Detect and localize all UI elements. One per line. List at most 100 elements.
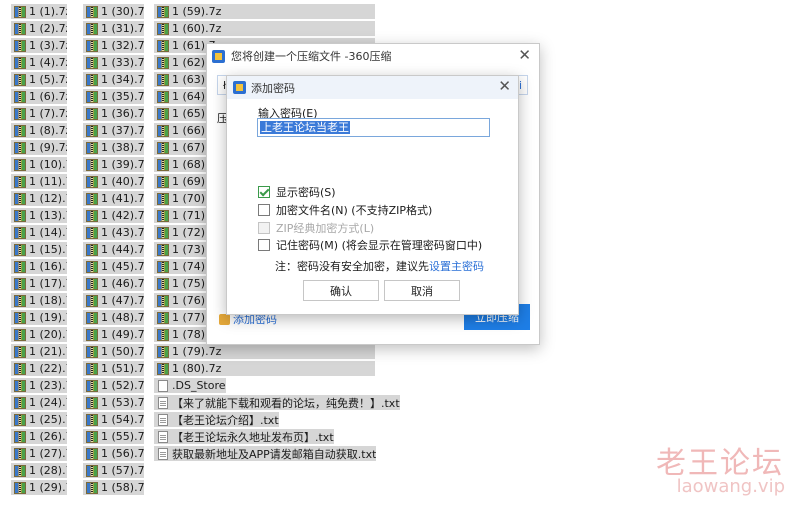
file-item[interactable]: 1 (11).7z — [11, 174, 67, 189]
file-name: 1 (52).7z — [101, 379, 144, 392]
file-item[interactable]: 1 (18).7z — [11, 293, 67, 308]
file-item[interactable]: 1 (26).7z — [11, 429, 67, 444]
file-item[interactable]: 1 (60).7z — [154, 21, 375, 36]
7z-archive-icon — [157, 124, 169, 137]
encrypt-filenames-option[interactable]: 加密文件名(N) (不支持ZIP格式) — [258, 202, 432, 218]
file-item[interactable]: 获取最新地址及APP请发邮箱自动获取.txt — [154, 446, 377, 461]
dialog-titlebar[interactable]: 您将创建一个压缩文件 -360压缩 ✕ — [207, 44, 539, 68]
file-item[interactable]: 1 (28).7z — [11, 463, 67, 478]
file-item[interactable]: 1 (32).7z — [83, 38, 144, 53]
file-item[interactable]: 1 (4).7z — [11, 55, 67, 70]
file-item[interactable]: 1 (22).7z — [11, 361, 67, 376]
file-item[interactable]: 1 (8).7z — [11, 123, 67, 138]
file-item[interactable]: 1 (15).7z — [11, 242, 67, 257]
file-item[interactable]: 1 (29).7z — [11, 480, 67, 495]
file-item[interactable]: 1 (52).7z — [83, 378, 144, 393]
confirm-button[interactable]: 确认 — [303, 280, 379, 301]
file-item[interactable]: 1 (12).7z — [11, 191, 67, 206]
file-item[interactable]: 1 (39).7z — [83, 157, 144, 172]
7z-archive-icon — [86, 209, 98, 222]
file-item[interactable]: 1 (47).7z — [83, 293, 144, 308]
file-item[interactable]: 1 (51).7z — [83, 361, 144, 376]
file-name: 获取最新地址及APP请发邮箱自动获取.txt — [172, 447, 377, 461]
file-item[interactable]: 1 (50).7z — [83, 344, 144, 359]
file-name: 1 (27).7z — [29, 447, 67, 460]
7z-archive-icon — [86, 192, 98, 205]
file-name: 1 (12).7z — [29, 192, 67, 205]
7z-archive-icon — [14, 175, 26, 188]
file-item[interactable]: 1 (17).7z — [11, 276, 67, 291]
file-item[interactable]: 1 (14).7z — [11, 225, 67, 240]
file-item[interactable]: 1 (41).7z — [83, 191, 144, 206]
encrypt-filenames-checkbox[interactable] — [258, 204, 270, 216]
file-item[interactable]: 1 (79).7z — [154, 344, 375, 359]
file-item[interactable]: 【老王论坛永久地址发布页】.txt — [154, 429, 334, 444]
file-item[interactable]: 1 (21).7z — [11, 344, 67, 359]
file-item[interactable]: 1 (46).7z — [83, 276, 144, 291]
7z-archive-icon — [157, 243, 169, 256]
file-item[interactable]: 1 (34).7z — [83, 72, 144, 87]
file-item[interactable]: 1 (9).7z — [11, 140, 67, 155]
file-item[interactable]: 1 (43).7z — [83, 225, 144, 240]
file-item[interactable]: 1 (33).7z — [83, 55, 144, 70]
file-item[interactable]: 【老王论坛介绍】.txt — [154, 412, 279, 427]
file-item[interactable]: 1 (48).7z — [83, 310, 144, 325]
file-item[interactable]: 1 (31).7z — [83, 21, 144, 36]
file-item[interactable]: 1 (37).7z — [83, 123, 144, 138]
file-item[interactable]: 1 (42).7z — [83, 208, 144, 223]
7z-archive-icon — [86, 328, 98, 341]
file-item[interactable]: 1 (35).7z — [83, 89, 144, 104]
file-item[interactable]: 1 (45).7z — [83, 259, 144, 274]
file-item[interactable]: 1 (16).7z — [11, 259, 67, 274]
file-name: 1 (21).7z — [29, 345, 67, 358]
dialog-titlebar[interactable]: 添加密码 ✕ — [227, 76, 518, 99]
cancel-button[interactable]: 取消 — [384, 280, 460, 301]
7z-archive-icon — [86, 277, 98, 290]
password-input[interactable]: 上老王论坛当老王 — [257, 118, 490, 137]
remember-password-checkbox[interactable] — [258, 239, 270, 251]
file-name: 1 (54).7z — [101, 413, 144, 426]
set-master-password-link[interactable]: 设置主密码 — [429, 260, 484, 273]
show-password-checkbox[interactable] — [258, 186, 270, 198]
file-item[interactable]: 1 (7).7z — [11, 106, 67, 121]
file-name: 1 (55).7z — [101, 430, 144, 443]
file-item[interactable]: 1 (49).7z — [83, 327, 144, 342]
file-item[interactable]: 1 (24).7z — [11, 395, 67, 410]
file-item[interactable]: 1 (23).7z — [11, 378, 67, 393]
file-item[interactable]: 1 (19).7z — [11, 310, 67, 325]
file-item[interactable]: .DS_Store — [154, 378, 226, 393]
file-item[interactable]: 1 (59).7z — [154, 4, 375, 19]
close-icon[interactable]: ✕ — [518, 48, 531, 63]
remember-password-option[interactable]: 记住密码(M) (将会显示在管理密码窗口中) — [258, 237, 482, 253]
close-icon[interactable]: ✕ — [498, 79, 511, 94]
file-item[interactable]: 1 (1).7z — [11, 4, 67, 19]
file-item[interactable]: 1 (80).7z — [154, 361, 375, 376]
file-item[interactable]: 1 (5).7z — [11, 72, 67, 87]
7z-archive-icon — [86, 158, 98, 171]
7z-archive-icon — [14, 90, 26, 103]
file-item[interactable]: 1 (44).7z — [83, 242, 144, 257]
show-password-option[interactable]: 显示密码(S) — [258, 184, 336, 200]
file-item[interactable]: 1 (38).7z — [83, 140, 144, 155]
file-item[interactable]: 1 (3).7z — [11, 38, 67, 53]
file-item[interactable]: 1 (20).7z — [11, 327, 67, 342]
file-item[interactable]: 1 (30).7z — [83, 4, 144, 19]
file-item[interactable]: 1 (57).7z — [83, 463, 144, 478]
file-item[interactable]: 【来了就能下载和观看的论坛，纯免费！】.txt — [154, 395, 400, 410]
file-item[interactable]: 1 (53).7z — [83, 395, 144, 410]
file-item[interactable]: 1 (6).7z — [11, 89, 67, 104]
file-item[interactable]: 1 (13).7z — [11, 208, 67, 223]
file-item[interactable]: 1 (56).7z — [83, 446, 144, 461]
file-item[interactable]: 1 (55).7z — [83, 429, 144, 444]
file-item[interactable]: 1 (40).7z — [83, 174, 144, 189]
file-item[interactable]: 1 (54).7z — [83, 412, 144, 427]
info-icon[interactable]: i — [519, 79, 522, 92]
7z-archive-icon — [14, 481, 26, 494]
file-item[interactable]: 1 (2).7z — [11, 21, 67, 36]
file-item[interactable]: 1 (58).7z — [83, 480, 144, 495]
file-item[interactable]: 1 (10).7z — [11, 157, 67, 172]
file-name: 1 (56).7z — [101, 447, 144, 460]
file-item[interactable]: 1 (27).7z — [11, 446, 67, 461]
file-item[interactable]: 1 (36).7z — [83, 106, 144, 121]
file-item[interactable]: 1 (25).7z — [11, 412, 67, 427]
